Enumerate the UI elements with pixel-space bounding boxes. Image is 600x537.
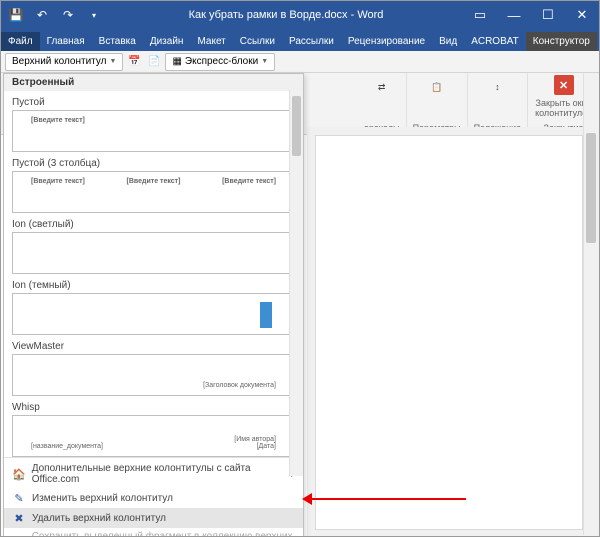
header-dropdown-button[interactable]: Верхний колонтитул ▼ [5,53,123,71]
save-icon[interactable]: 💾 [7,6,25,24]
gallery-body: Пустой [Введите текст] Пустой (3 столбца… [4,91,303,457]
preview-viewmaster: [Заголовок документа] [12,354,295,396]
maximize-icon[interactable]: ☐ [531,1,565,29]
header-toolbar: Верхний колонтитул ▼ 📅 📄 ▦ Экспресс-блок… [1,51,599,73]
window-title: Как убрать рамки в Ворде.docx - Word [109,9,463,21]
edit-header[interactable]: ✎ Изменить верхний колонтитул [4,488,303,508]
express-blocks-button[interactable]: ▦ Экспресс-блоки ▼ [165,53,275,71]
preview-ion-light [12,232,295,274]
more-headers-office[interactable]: 🏠 Дополнительные верхние колонтитулы с с… [4,460,303,488]
office-icon: 🏠 [12,467,26,481]
close-icon[interactable]: ✕ [565,1,599,29]
preview-blank-3col: [Введите текст] [Введите текст] [Введите… [12,171,295,213]
tab-design[interactable]: Дизайн [143,32,191,51]
tab-view[interactable]: Вид [432,32,464,51]
tab-mailings[interactable]: Рассылки [282,32,341,51]
tab-file[interactable]: Файл [1,32,40,51]
document-info-icon[interactable]: 📄 [145,53,163,71]
gallery-scrollbar-thumb[interactable] [292,96,301,156]
preview-ion-dark [12,293,295,335]
options-icon: 📋 [425,75,449,99]
gallery-item-ion-dark[interactable]: Ion (темный) [12,280,295,335]
tab-review[interactable]: Рецензирование [341,32,432,51]
redo-icon[interactable]: ↷ [59,6,77,24]
ribbon-group-transitions[interactable]: ⇄ ереходы [358,73,407,134]
preview-blank: [Введите текст] [12,110,295,152]
tab-home[interactable]: Главная [40,32,92,51]
date-time-icon[interactable]: 📅 [125,53,143,71]
save-selection-to-gallery: 💾 Сохранить выделенный фрагмент в коллек… [4,528,303,537]
tab-layout[interactable]: Макет [190,32,232,51]
accent-bar [260,302,272,328]
transitions-icon: ⇄ [370,75,394,99]
remove-header[interactable]: ✖ Удалить верхний колонтитул [4,508,303,528]
scrollbar-thumb[interactable] [586,133,596,243]
header-gallery-dropdown: Встроенный Пустой [Введите текст] Пустой… [3,73,304,537]
window-controls: ▭ — ☐ ✕ [463,1,599,29]
position-icon: ↕ [485,75,509,99]
undo-icon[interactable]: ↶ [33,6,51,24]
chevron-down-icon: ▼ [110,58,117,65]
annotation-arrow [306,498,466,500]
gallery-item-ion-light[interactable]: Ion (светлый) [12,219,295,274]
tab-references[interactable]: Ссылки [233,32,282,51]
tab-acrobat[interactable]: ACROBAT [464,32,526,51]
tab-insert[interactable]: Вставка [92,32,143,51]
vertical-scrollbar[interactable] [583,73,598,535]
document-page[interactable] [315,135,583,530]
preview-whisp: [название_документа] [Имя автора] [Дата] [12,415,295,457]
close-header-button[interactable]: ✕ [554,75,574,95]
gallery-section-builtin: Встроенный [4,74,303,91]
customize-qat-icon[interactable]: ▾ [85,6,103,24]
gallery-footer: 🏠 Дополнительные верхние колонтитулы с с… [4,457,303,537]
blocks-icon: ▦ [172,56,181,67]
gallery-item-blank[interactable]: Пустой [Введите текст] [12,97,295,152]
ribbon-options-icon[interactable]: ▭ [463,1,497,29]
gallery-item-viewmaster[interactable]: ViewMaster [Заголовок документа] [12,341,295,396]
gallery-scrollbar[interactable] [289,90,303,476]
remove-icon: ✖ [12,511,26,525]
ribbon-group-position[interactable]: ↕ Положение [468,73,529,134]
minimize-icon[interactable]: — [497,1,531,29]
ribbon-tabs: Файл Главная Вставка Дизайн Макет Ссылки… [1,29,599,51]
ribbon-group-options[interactable]: 📋 Параметры [407,73,468,134]
quick-access-toolbar: 💾 ↶ ↷ ▾ [1,6,109,24]
chevron-down-icon: ▼ [261,58,268,65]
edit-icon: ✎ [12,491,26,505]
gallery-item-whisp[interactable]: Whisp [название_документа] [Имя автора] … [12,402,295,457]
title-bar: 💾 ↶ ↷ ▾ Как убрать рамки в Ворде.docx - … [1,1,599,29]
tab-constructor[interactable]: Конструктор [526,32,597,51]
gallery-item-blank-3col[interactable]: Пустой (3 столбца) [Введите текст] [Введ… [12,158,295,213]
